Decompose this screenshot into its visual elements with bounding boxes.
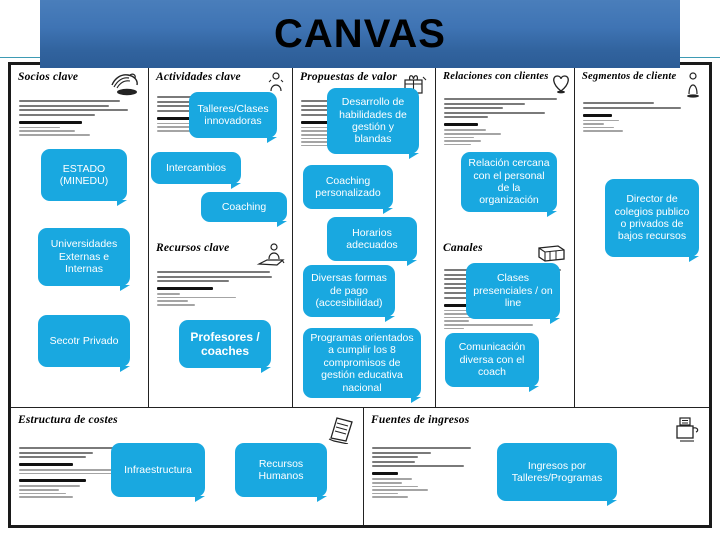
block-title-actividades-clave: Actividades clave	[156, 71, 241, 83]
note-recursos-clave-0[interactable]: Profesores / coaches	[179, 320, 271, 373]
person-computer-icon	[256, 243, 285, 266]
gears-person-icon	[268, 72, 284, 92]
heart-icon	[552, 75, 569, 94]
note-socios-clave-0[interactable]: ESTADO (MINEDU)	[41, 149, 127, 206]
block-title-estructura-de-costes: Estructura de costes	[18, 414, 118, 426]
block-title-propuestas-de-valor: Propuestas de valor	[300, 71, 398, 83]
block-title-relaciones-con-clientes: Relaciones con clientes	[443, 71, 549, 82]
note-fuentes-de-ingresos-0[interactable]: Ingresos por Talleres/Programas	[497, 443, 617, 506]
block-description-relaciones-con-clientes	[436, 95, 574, 146]
note-propuestas-de-valor-0[interactable]: Desarrollo de habilidades de gestión y b…	[327, 88, 419, 159]
block-description-segmentos-de-cliente	[575, 99, 709, 132]
note-propuestas-de-valor-1[interactable]: Coaching personalizado	[303, 165, 393, 214]
note-actividades-clave-1[interactable]: Intercambios	[151, 152, 241, 189]
notepad-icon	[328, 417, 353, 444]
note-relaciones-con-clientes-0[interactable]: Relación cercana con el personal de la o…	[461, 152, 557, 217]
note-propuestas-de-valor-3[interactable]: Diversas formas de pago (accesibilidad)	[303, 265, 395, 322]
note-canales-1[interactable]: Comunicación diversa con el coach	[445, 333, 539, 392]
block-title-fuentes-de-ingresos: Fuentes de ingresos	[371, 414, 470, 426]
note-propuestas-de-valor-4[interactable]: Programas orientados a cumplir los 8 com…	[303, 328, 421, 403]
note-socios-clave-2[interactable]: Secotr Privado	[38, 315, 130, 372]
note-segmentos-de-cliente-0[interactable]: Director de colegios publico o privados …	[605, 179, 699, 262]
cash-register-icon	[676, 417, 699, 442]
note-actividades-clave-0[interactable]: Talleres/Clases innovadoras	[189, 92, 277, 143]
business-model-canvas: Socios clave ESTADO (MINEDU) Universidad…	[8, 62, 712, 528]
block-title-canales: Canales	[443, 242, 483, 254]
block-description-recursos-clave	[149, 268, 292, 306]
note-actividades-clave-2[interactable]: Coaching	[201, 192, 287, 227]
block-title-socios-clave: Socios clave	[18, 71, 79, 83]
note-socios-clave-1[interactable]: Universidades Externas e Internas	[38, 228, 130, 291]
handshake-icon	[111, 73, 138, 96]
block-title-recursos-clave: Recursos clave	[156, 242, 230, 254]
block-title-segmentos-de-cliente: Segmentos de cliente	[582, 71, 677, 82]
note-estructura-de-costes-0[interactable]: Infraestructura	[111, 443, 205, 502]
note-propuestas-de-valor-2[interactable]: Horarios adecuados	[327, 217, 417, 266]
page-title: CANVAS	[274, 12, 446, 56]
note-canales-0[interactable]: Clases presenciales / on line	[466, 263, 560, 324]
header-banner: CANVAS	[40, 0, 680, 68]
person-icon	[687, 72, 699, 98]
note-estructura-de-costes-1[interactable]: Recursos Humanos	[235, 443, 327, 502]
block-description-socios-clave	[11, 97, 148, 136]
